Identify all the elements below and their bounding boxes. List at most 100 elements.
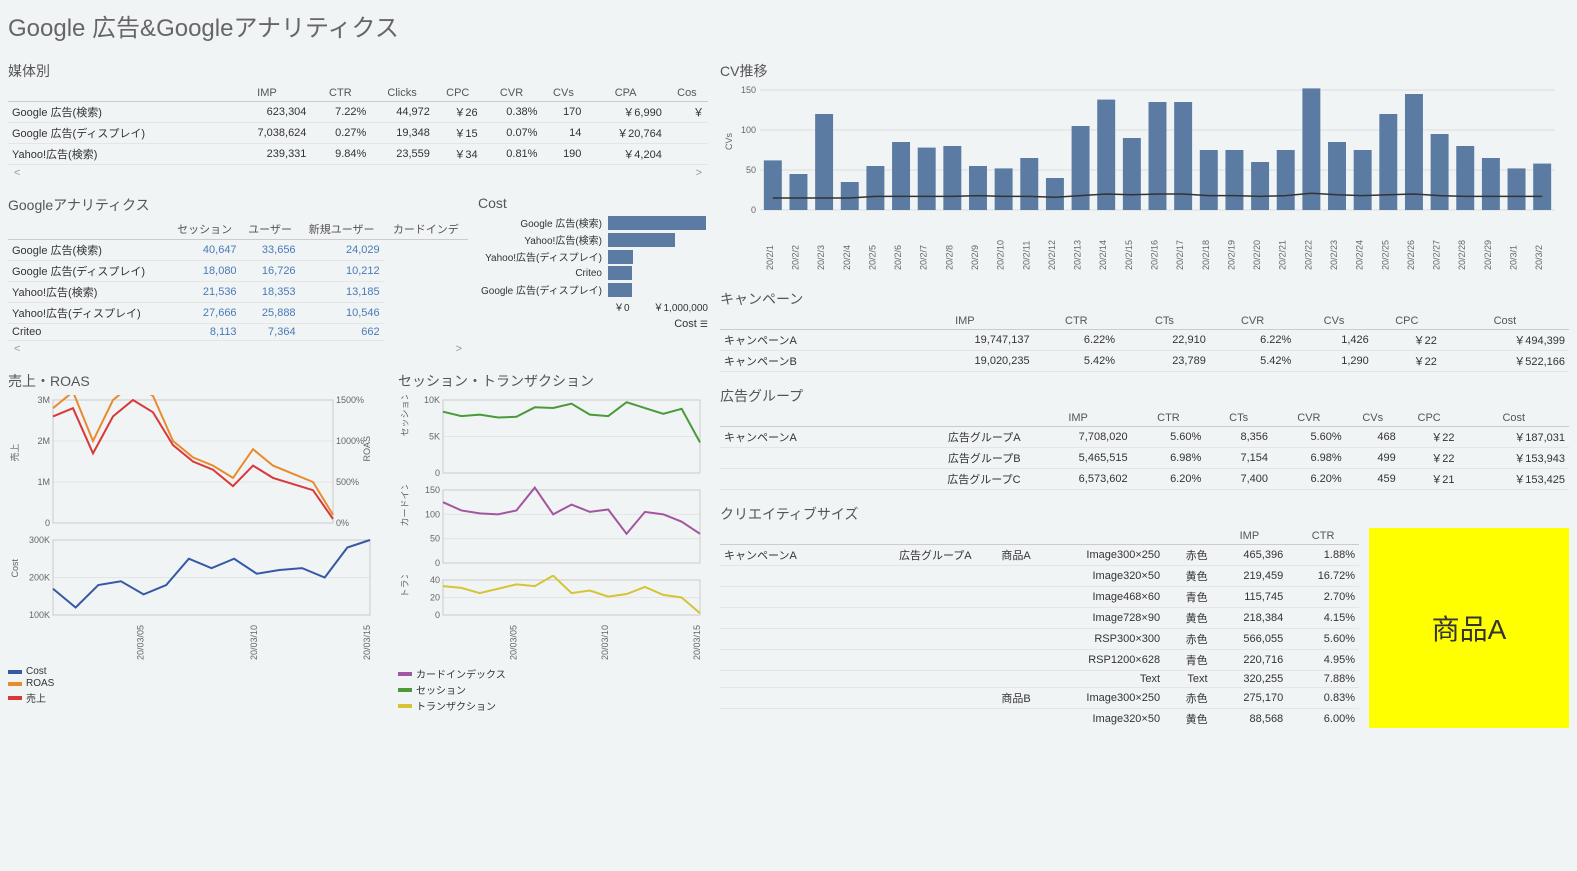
cv-heading: CV推移 [720,61,1569,81]
svg-text:20/2/6: 20/2/6 [893,245,903,270]
svg-text:20/2/13: 20/2/13 [1073,240,1083,270]
svg-text:5K: 5K [429,432,440,442]
creative-table[interactable]: IMPCTRキャンペーンA広告グループA商品AImage300×250赤色465… [720,528,1359,728]
svg-text:売上: 売上 [9,443,20,461]
svg-text:20/2/12: 20/2/12 [1047,240,1057,270]
table-row[interactable]: RSP300×300赤色566,0555.60% [720,629,1359,650]
table-row[interactable]: キャンペーンA広告グループA7,708,0205.60%8,3565.60%46… [720,427,1569,448]
svg-text:20/03/15: 20/03/15 [692,625,702,660]
hscroll[interactable]: <> [8,341,468,357]
ga-table[interactable]: セッションユーザー新規ユーザーカードインデGoogle 広告(検索)40,647… [8,219,468,341]
svg-text:0%: 0% [336,518,349,528]
svg-text:20/03/05: 20/03/05 [508,625,518,660]
svg-text:50: 50 [746,165,756,175]
svg-text:CVs: CVs [724,132,734,150]
svg-text:20/03/15: 20/03/15 [362,625,372,660]
svg-text:20/2/9: 20/2/9 [970,245,980,270]
legend-item: トランザクション [398,698,718,713]
cost-line-chart: Cost100K200K300K20/03/0520/03/1020/03/15 [8,535,378,665]
svg-text:1000%: 1000% [336,436,364,446]
svg-text:0: 0 [435,610,440,620]
campaign-heading: キャンペーン [720,289,1569,309]
table-row[interactable]: Google 広告(ディスプレイ)18,08016,72610,212 [8,261,468,282]
svg-text:20/2/5: 20/2/5 [867,245,877,270]
table-row[interactable]: 商品BImage300×250赤色275,1700.83% [720,688,1359,709]
svg-text:100: 100 [425,509,440,519]
product-preview: 商品A [1369,528,1569,728]
table-row[interactable]: Image320×50黄色88,5686.00% [720,709,1359,729]
table-row[interactable]: TextText320,2557.88% [720,671,1359,688]
campaign-table[interactable]: IMPCTRCTsCVRCVsCPCCostキャンペーンA19,747,1376… [720,313,1569,372]
table-row[interactable]: RSP1200×628青色220,7164.95% [720,650,1359,671]
svg-text:150: 150 [741,85,756,95]
svg-text:100: 100 [741,125,756,135]
svg-text:20/03/10: 20/03/10 [249,625,259,660]
svg-text:20: 20 [430,593,440,603]
cost-bar-chart: Google 広告(検索)Yahoo!広告(検索)Yahoo!広告(ディスプレイ… [478,215,718,297]
hscroll[interactable]: <> [8,165,708,181]
svg-text:20/2/15: 20/2/15 [1124,240,1134,270]
svg-text:1M: 1M [37,477,50,487]
svg-text:20/2/19: 20/2/19 [1226,240,1236,270]
svg-text:Cost: Cost [10,558,20,577]
svg-text:カードインデックス: カードインデックス [399,485,410,527]
svg-text:20/3/1: 20/3/1 [1509,245,1519,270]
svg-text:150: 150 [425,485,440,495]
legend-item: 売上 [8,690,388,705]
svg-text:1500%: 1500% [336,395,364,405]
table-row[interactable]: Criteo8,1137,364662 [8,324,468,341]
table-row[interactable]: 広告グループB5,465,5156.98%7,1546.98%499￥22￥15… [720,448,1569,469]
cost-heading: Cost [478,195,718,211]
svg-text:20/2/14: 20/2/14 [1098,240,1108,270]
ga-heading: Googleアナリティクス [8,195,468,215]
svg-text:20/2/18: 20/2/18 [1201,240,1211,270]
table-row[interactable]: Google 広告(検索)623,3047.22%44,972￥260.38%1… [8,102,708,123]
svg-text:トランザクション: トランザクション [400,575,410,598]
table-row[interactable]: Google 広告(検索)40,64733,65624,029 [8,240,468,261]
sales-roas-chart: 売上01M2M3MROAS0%500%1000%1500% [8,395,378,535]
table-row[interactable]: Image320×50黄色219,45916.72% [720,566,1359,587]
svg-text:200K: 200K [29,573,50,583]
table-row[interactable]: Image728×90黄色218,3844.15% [720,608,1359,629]
svg-text:20/2/16: 20/2/16 [1150,240,1160,270]
svg-text:20/2/3: 20/2/3 [816,245,826,270]
baitai-table[interactable]: IMPCTRClicksCPCCVRCVsCPACosGoogle 広告(検索)… [8,85,708,165]
svg-text:20/2/10: 20/2/10 [996,240,1006,270]
page-title: Google 広告&Googleアナリティクス [8,8,1569,43]
svg-text:20/3/2: 20/3/2 [1534,245,1544,270]
transaction-chart: トランザクション0204020/03/0520/03/1020/03/15 [398,575,708,665]
svg-text:100K: 100K [29,610,50,620]
svg-text:3M: 3M [37,395,50,405]
svg-text:20/2/21: 20/2/21 [1278,240,1288,270]
adgroup-table[interactable]: IMPCTRCTsCVRCVsCPCCostキャンペーンA広告グループA7,70… [720,410,1569,490]
table-row[interactable]: Yahoo!広告(検索)239,3319.84%23,559￥340.81%19… [8,144,708,165]
table-row[interactable]: キャンペーンB19,020,2355.42%23,7895.42%1,290￥2… [720,351,1569,372]
baitai-panel: 媒体別 IMPCTRClicksCPCCVRCVsCPACosGoogle 広告… [8,55,708,181]
svg-text:20/2/25: 20/2/25 [1380,240,1390,270]
session-heading: セッション・トランザクション [398,371,718,391]
table-row[interactable]: 広告グループC6,573,6026.20%7,4006.20%459￥21￥15… [720,469,1569,490]
svg-text:20/2/22: 20/2/22 [1303,240,1313,270]
table-row[interactable]: キャンペーンA19,747,1376.22%22,9106.22%1,426￥2… [720,330,1569,351]
svg-text:20/2/26: 20/2/26 [1406,240,1416,270]
table-row[interactable]: キャンペーンA広告グループA商品AImage300×250赤色465,3961.… [720,545,1359,566]
svg-text:20/2/28: 20/2/28 [1457,240,1467,270]
cardindex-chart: カードインデックス050100150 [398,485,708,575]
table-row[interactable]: Yahoo!広告(ディスプレイ)27,66625,88810,546 [8,303,468,324]
svg-text:20/2/24: 20/2/24 [1355,240,1365,270]
svg-text:10K: 10K [424,395,440,405]
svg-text:500%: 500% [336,477,359,487]
svg-text:20/2/4: 20/2/4 [842,245,852,270]
svg-text:20/2/29: 20/2/29 [1483,240,1493,270]
svg-text:20/2/17: 20/2/17 [1175,240,1185,270]
creative-heading: クリエイティブサイズ [720,504,1569,524]
svg-text:セッション: セッション [400,395,410,437]
svg-text:0: 0 [435,558,440,568]
legend-item: ROAS [8,678,388,689]
svg-text:20/2/1: 20/2/1 [765,245,775,270]
sales-heading: 売上・ROAS [8,371,388,391]
table-row[interactable]: Google 広告(ディスプレイ)7,038,6240.27%19,348￥15… [8,123,708,144]
table-row[interactable]: Yahoo!広告(検索)21,53618,35313,185 [8,282,468,303]
table-row[interactable]: Image468×60青色115,7452.70% [720,587,1359,608]
svg-text:20/2/2: 20/2/2 [790,245,800,270]
